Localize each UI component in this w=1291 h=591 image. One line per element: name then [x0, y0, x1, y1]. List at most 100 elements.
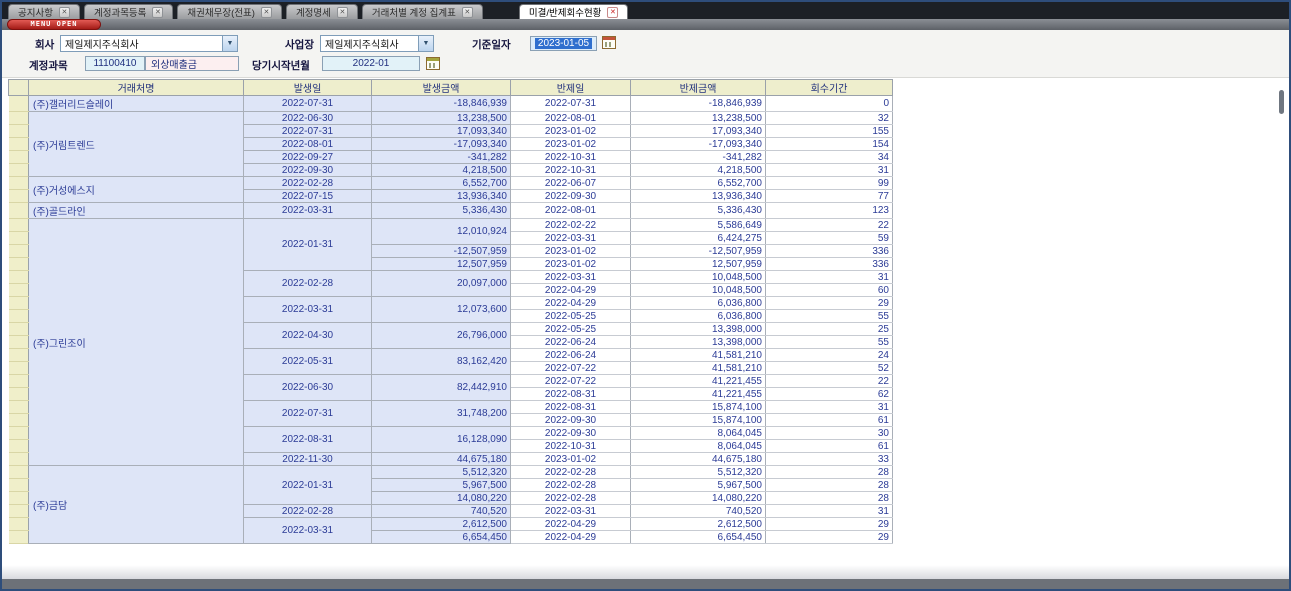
collection-days-cell[interactable]: 22: [766, 375, 893, 388]
settlement-date-cell[interactable]: 2022-08-01: [511, 112, 631, 125]
tab-1[interactable]: 계정과목등록✕: [84, 4, 173, 19]
settlement-amount-cell[interactable]: 8,064,045: [631, 427, 766, 440]
row-selector-cell[interactable]: [9, 203, 29, 219]
collection-days-cell[interactable]: 55: [766, 336, 893, 349]
settlement-date-cell[interactable]: 2022-07-22: [511, 375, 631, 388]
settlement-date-cell[interactable]: 2022-09-30: [511, 414, 631, 427]
row-selector-cell[interactable]: [9, 492, 29, 505]
row-selector-cell[interactable]: [9, 375, 29, 388]
row-selector-cell[interactable]: [9, 531, 29, 544]
row-selector-cell[interactable]: [9, 401, 29, 414]
occurrence-date-cell[interactable]: 2022-07-31: [244, 96, 372, 112]
settlement-amount-cell[interactable]: 2,612,500: [631, 518, 766, 531]
collection-days-cell[interactable]: 60: [766, 284, 893, 297]
collection-days-cell[interactable]: 29: [766, 518, 893, 531]
settlement-date-cell[interactable]: 2022-02-28: [511, 492, 631, 505]
settlement-date-cell[interactable]: 2022-10-31: [511, 151, 631, 164]
row-selector-cell[interactable]: [9, 479, 29, 492]
settlement-date-cell[interactable]: 2023-01-02: [511, 245, 631, 258]
collection-days-cell[interactable]: 25: [766, 323, 893, 336]
settlement-amount-cell[interactable]: 5,336,430: [631, 203, 766, 219]
occurrence-amount-cell[interactable]: 2,612,500: [372, 518, 511, 531]
occurrence-amount-cell[interactable]: 12,507,959: [372, 258, 511, 271]
settlement-amount-cell[interactable]: 15,874,100: [631, 414, 766, 427]
collection-days-cell[interactable]: 55: [766, 310, 893, 323]
occurrence-amount-cell[interactable]: 31,748,200: [372, 401, 511, 427]
settlement-date-cell[interactable]: 2023-01-02: [511, 125, 631, 138]
customer-name-cell[interactable]: (주)그린조이: [29, 219, 244, 466]
collection-days-cell[interactable]: 34: [766, 151, 893, 164]
occurrence-amount-cell[interactable]: 17,093,340: [372, 125, 511, 138]
occurrence-date-cell[interactable]: 2022-03-31: [244, 518, 372, 544]
occurrence-date-cell[interactable]: 2022-03-31: [244, 297, 372, 323]
row-selector-cell[interactable]: [9, 151, 29, 164]
settlement-date-cell[interactable]: 2022-03-31: [511, 271, 631, 284]
occurrence-amount-cell[interactable]: 26,796,000: [372, 323, 511, 349]
row-selector-cell[interactable]: [9, 323, 29, 336]
customer-name-cell[interactable]: (주)골드라인: [29, 203, 244, 219]
settlement-date-cell[interactable]: 2022-07-22: [511, 362, 631, 375]
close-tab-icon[interactable]: ✕: [261, 7, 272, 18]
row-selector-cell[interactable]: [9, 258, 29, 271]
occurrence-amount-cell[interactable]: 12,010,924: [372, 219, 511, 245]
collection-days-cell[interactable]: 59: [766, 232, 893, 245]
menu-open-button[interactable]: MENU OPEN: [7, 19, 101, 30]
tab-2[interactable]: 채권채무장(전표)✕: [177, 4, 282, 19]
close-tab-icon[interactable]: ✕: [59, 7, 70, 18]
settlement-date-cell[interactable]: 2023-01-02: [511, 453, 631, 466]
row-selector-cell[interactable]: [9, 414, 29, 427]
settlement-amount-cell[interactable]: 13,398,000: [631, 336, 766, 349]
occurrence-date-cell[interactable]: 2022-11-30: [244, 453, 372, 466]
settlement-amount-cell[interactable]: 13,238,500: [631, 112, 766, 125]
occurrence-amount-cell[interactable]: 4,218,500: [372, 164, 511, 177]
settlement-amount-cell[interactable]: 41,221,455: [631, 375, 766, 388]
collection-days-cell[interactable]: 32: [766, 112, 893, 125]
company-select[interactable]: 제일제지주식회사 ▼: [60, 35, 238, 52]
row-selector-cell[interactable]: [9, 164, 29, 177]
settlement-date-cell[interactable]: 2022-06-24: [511, 336, 631, 349]
settlement-amount-cell[interactable]: -17,093,340: [631, 138, 766, 151]
occurrence-date-cell[interactable]: 2022-03-31: [244, 203, 372, 219]
settlement-amount-cell[interactable]: 4,218,500: [631, 164, 766, 177]
settlement-amount-cell[interactable]: 13,398,000: [631, 323, 766, 336]
collection-days-cell[interactable]: 336: [766, 245, 893, 258]
chevron-down-icon[interactable]: ▼: [222, 36, 237, 51]
settlement-amount-cell[interactable]: 14,080,220: [631, 492, 766, 505]
row-selector-cell[interactable]: [9, 284, 29, 297]
settlement-date-cell[interactable]: 2022-03-31: [511, 505, 631, 518]
occurrence-amount-cell[interactable]: 16,128,090: [372, 427, 511, 453]
collection-days-cell[interactable]: 29: [766, 297, 893, 310]
settlement-amount-cell[interactable]: 5,967,500: [631, 479, 766, 492]
collection-days-cell[interactable]: 155: [766, 125, 893, 138]
collection-days-cell[interactable]: 31: [766, 505, 893, 518]
settlement-amount-cell[interactable]: 5,586,649: [631, 219, 766, 232]
row-selector-cell[interactable]: [9, 388, 29, 401]
close-tab-icon[interactable]: ✕: [462, 7, 473, 18]
collection-days-cell[interactable]: 24: [766, 349, 893, 362]
occurrence-date-cell[interactable]: 2022-01-31: [244, 466, 372, 505]
settlement-amount-cell[interactable]: 8,064,045: [631, 440, 766, 453]
row-selector-cell[interactable]: [9, 453, 29, 466]
row-selector-cell[interactable]: [9, 505, 29, 518]
row-selector-cell[interactable]: [9, 336, 29, 349]
row-selector-cell[interactable]: [9, 297, 29, 310]
occurrence-date-cell[interactable]: 2022-08-31: [244, 427, 372, 453]
customer-name-cell[interactable]: (주)거성에스지: [29, 177, 244, 203]
collection-days-cell[interactable]: 52: [766, 362, 893, 375]
occurrence-amount-cell[interactable]: -12,507,959: [372, 245, 511, 258]
row-selector-cell[interactable]: [9, 518, 29, 531]
settlement-amount-cell[interactable]: -341,282: [631, 151, 766, 164]
settlement-amount-cell[interactable]: 44,675,180: [631, 453, 766, 466]
settlement-amount-cell[interactable]: -18,846,939: [631, 96, 766, 112]
settlement-date-cell[interactable]: 2023-01-02: [511, 138, 631, 151]
row-selector-cell[interactable]: [9, 440, 29, 453]
settlement-date-cell[interactable]: 2023-01-02: [511, 258, 631, 271]
occurrence-date-cell[interactable]: 2022-04-30: [244, 323, 372, 349]
occurrence-amount-cell[interactable]: 20,097,000: [372, 271, 511, 297]
settlement-amount-cell[interactable]: 12,507,959: [631, 258, 766, 271]
settlement-date-cell[interactable]: 2022-05-25: [511, 323, 631, 336]
row-selector-cell[interactable]: [9, 466, 29, 479]
row-selector-cell[interactable]: [9, 232, 29, 245]
collection-days-cell[interactable]: 31: [766, 401, 893, 414]
occurrence-amount-cell[interactable]: -17,093,340: [372, 138, 511, 151]
